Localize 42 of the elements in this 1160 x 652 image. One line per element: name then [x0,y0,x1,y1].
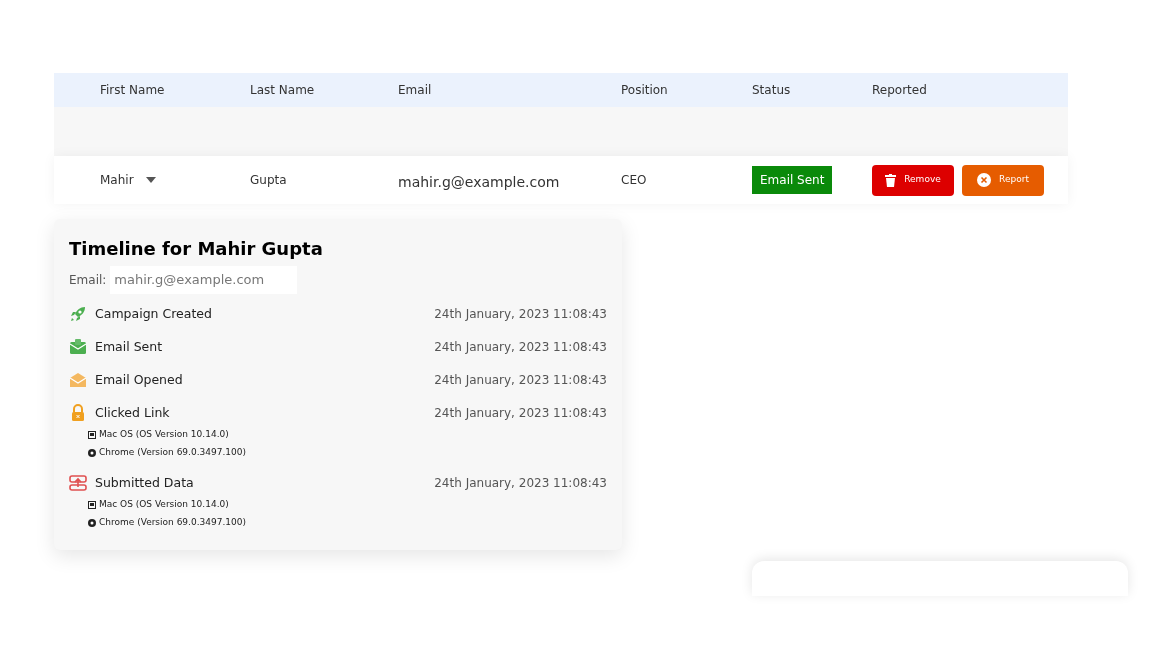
remove-button[interactable]: Remove [872,164,954,196]
email-field: mahir.g@example.com [110,266,298,294]
event-detail: Mac OS (OS Version 10.14.0) [99,497,229,511]
event-label: Email Opened [95,370,183,389]
computer-icon [88,430,96,439]
event-time: 24th January, 2023 11:08:43 [434,372,607,389]
upload-icon [69,474,87,492]
email-label: Email: [69,272,107,289]
event-time: 24th January, 2023 11:08:43 [434,339,607,356]
event-label: Email Sent [95,337,163,356]
column-header: First Name [100,83,165,97]
event-detail: Chrome (Version 69.0.3497.100) [99,445,246,459]
open-envelope-icon [69,371,87,389]
table-cell-text: Mahir [100,172,134,189]
table-cell: mahir.g@example.com [398,173,560,190]
timeline-title: Timeline for Mahir Gupta [69,237,324,261]
event-label: Clicked Link [95,403,170,422]
rocket-icon [69,305,87,323]
table-cell: CEO [621,173,647,187]
event-label: Submitted Data [95,473,194,492]
table-cell: Gupta [250,173,287,187]
column-header: Email [398,83,432,97]
event-detail: Chrome (Version 69.0.3497.100) [99,515,246,529]
column-header: Status [752,83,791,97]
event-detail: Mac OS (OS Version 10.14.0) [99,427,229,441]
event-label: Campaign Created [95,304,212,323]
browser-icon [88,518,96,527]
column-header: Last Name [250,83,315,97]
event-time: 24th January, 2023 11:08:43 [434,306,607,323]
event-time: 24th January, 2023 11:08:43 [434,405,607,422]
trash-icon [885,173,897,187]
caret-icon[interactable] [145,177,156,183]
column-header: Reported [872,83,927,97]
browser-icon [88,448,96,457]
close-icon [977,173,992,187]
status-badge: Email Sent [752,166,833,194]
envelope-icon [69,338,87,356]
event-time: 24th January, 2023 11:08:43 [434,475,607,492]
column-header: Position [621,83,668,97]
padlock-icon [69,404,87,422]
computer-icon [88,500,96,509]
report-button[interactable]: Report [962,164,1044,196]
